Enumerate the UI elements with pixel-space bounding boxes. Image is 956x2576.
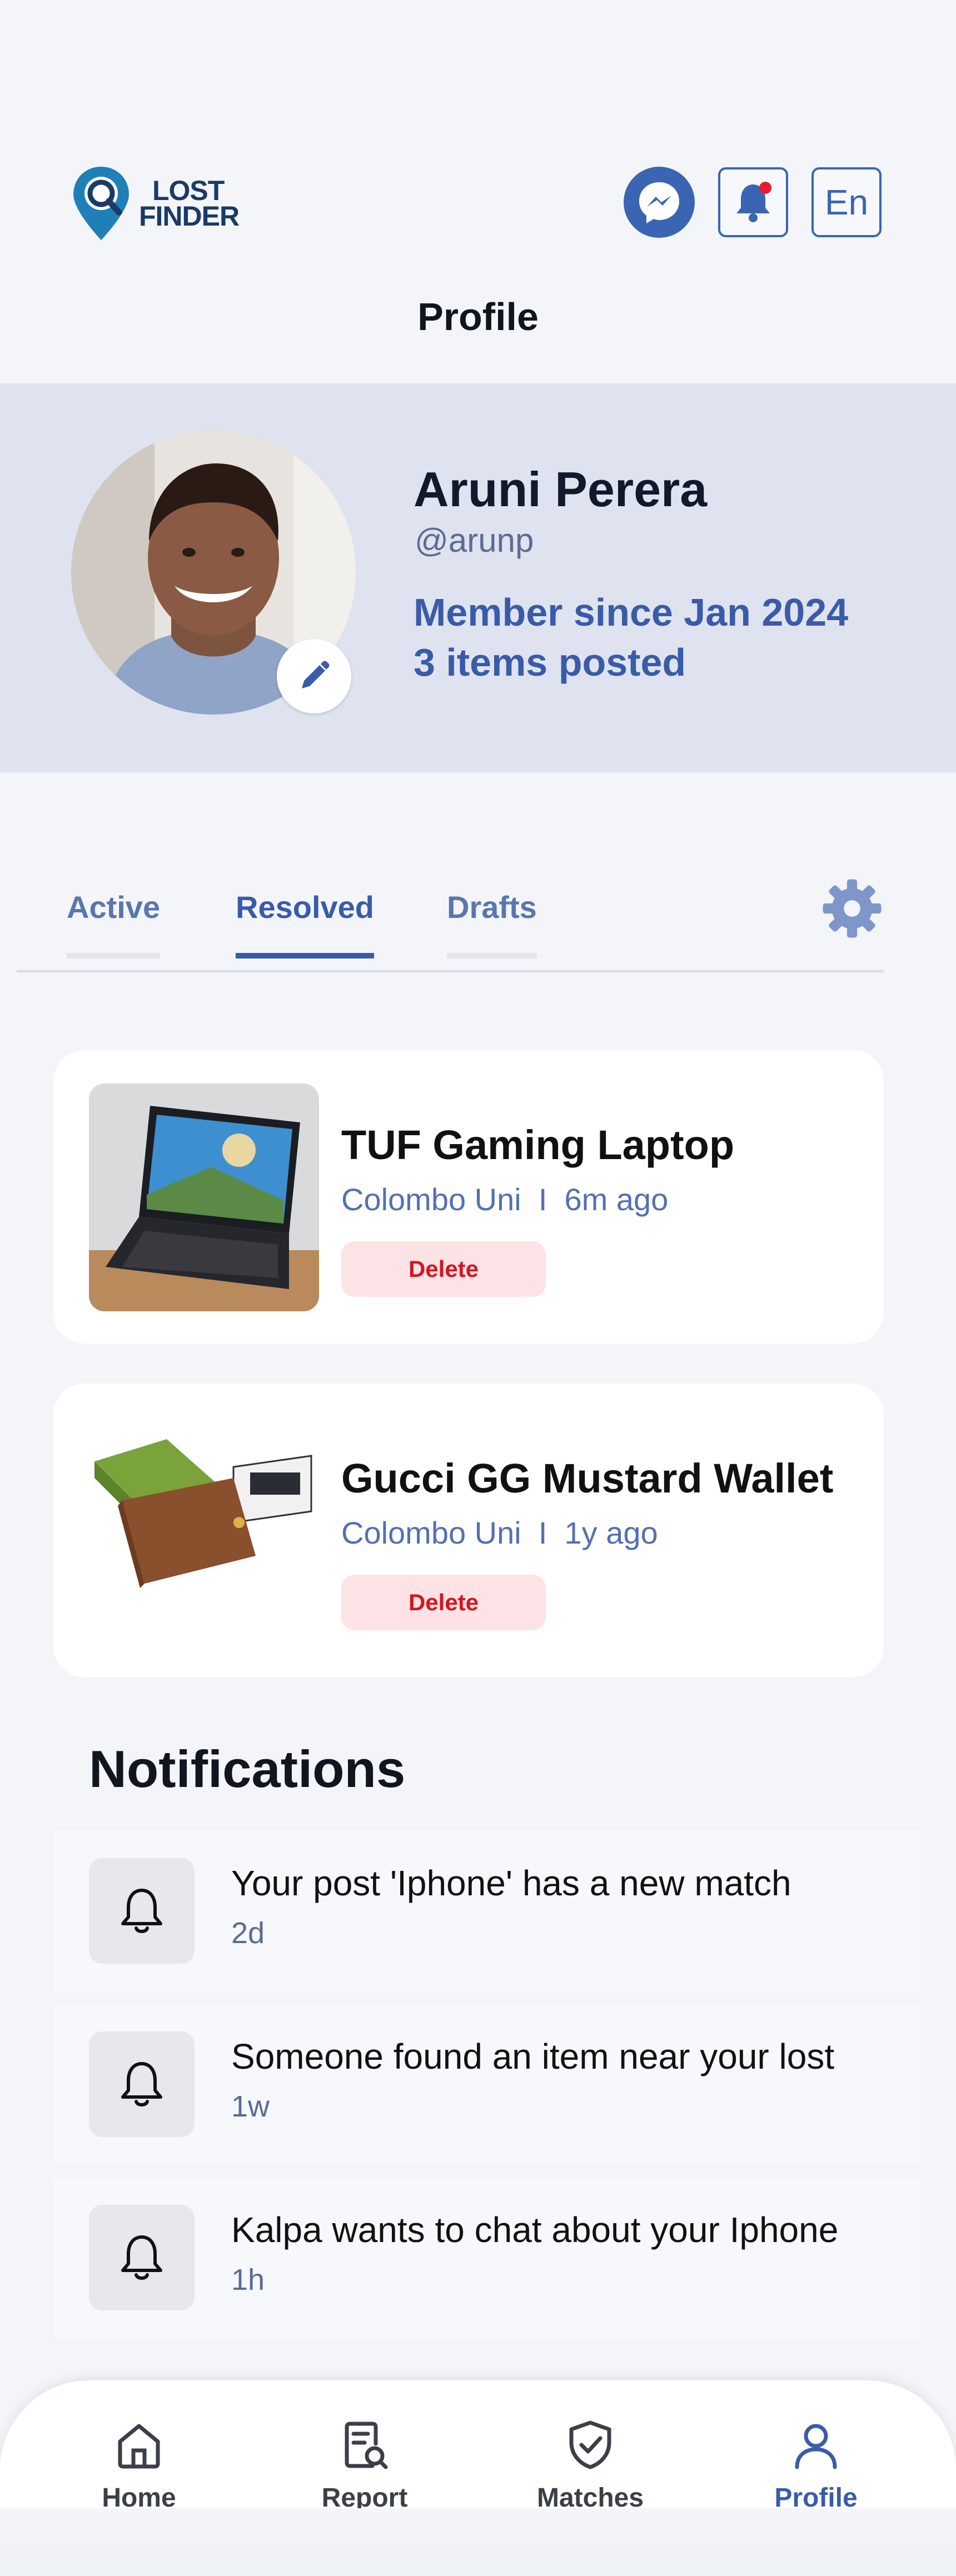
- pencil-icon: [302, 661, 330, 688]
- shield-check-icon: [569, 2420, 611, 2469]
- nav-home[interactable]: Home: [72, 2412, 206, 2513]
- tab-active[interactable]: Active: [67, 889, 161, 958]
- post-card[interactable]: Gucci GG Mustard Wallet Colombo Uni I 1y…: [53, 1384, 884, 1677]
- delete-button[interactable]: Delete: [341, 1241, 546, 1297]
- bell-icon: [89, 2031, 195, 2137]
- post-meta: Colombo Uni I 1y ago: [341, 1515, 658, 1550]
- laptop-image: [89, 1084, 319, 1311]
- profile-header: Aruni Perera @arunp Member since Jan 202…: [0, 383, 956, 772]
- notification-dot: [759, 182, 771, 194]
- post-tabs: Active Resolved Drafts: [17, 879, 884, 972]
- report-icon: [345, 2422, 388, 2469]
- profile-name: Aruni Perera: [414, 462, 708, 517]
- edit-avatar-button[interactable]: [277, 639, 351, 713]
- messenger-icon: [639, 182, 679, 223]
- notification-time: 1h: [231, 2263, 265, 2297]
- profile-handle: @arunp: [415, 522, 534, 559]
- notification-text: Someone found an item near your lost: [231, 2036, 835, 2076]
- notification-item[interactable]: Kalpa wants to chat about your Iphone 1h: [53, 2178, 920, 2338]
- notifications-heading: Notifications: [89, 1740, 406, 1798]
- page-title: Profile: [417, 295, 539, 338]
- post-meta: Colombo Uni I 6m ago: [341, 1182, 669, 1217]
- tab-drafts[interactable]: Drafts: [447, 889, 537, 958]
- bell-icon: [89, 2205, 195, 2310]
- nav-profile[interactable]: Profile: [749, 2412, 883, 2513]
- gear-icon[interactable]: [820, 877, 884, 940]
- nav-matches[interactable]: Matches: [524, 2412, 657, 2513]
- notification-text: Kalpa wants to chat about your Iphone: [231, 2210, 839, 2250]
- location-search-icon: [73, 167, 129, 240]
- wallet-image: [89, 1417, 319, 1645]
- notification-time: 1w: [231, 2090, 270, 2123]
- notification-item[interactable]: Someone found an item near your lost 1w: [53, 2005, 920, 2165]
- bell-icon: [89, 1858, 195, 1964]
- notification-time: 2d: [231, 1916, 265, 1950]
- member-since: Member since Jan 2024: [414, 591, 849, 634]
- app-logo: LOST FINDER: [71, 164, 240, 242]
- bottom-navigation: Home Report Matches Profile: [0, 2380, 956, 2576]
- notifications-button[interactable]: [718, 167, 788, 237]
- tab-resolved[interactable]: Resolved: [236, 889, 374, 958]
- items-posted: 3 items posted: [414, 641, 686, 684]
- messenger-button[interactable]: [624, 167, 695, 238]
- home-indicator-area: [0, 2508, 956, 2576]
- home-icon: [118, 2424, 160, 2469]
- user-icon: [795, 2424, 837, 2469]
- post-title: TUF Gaming Laptop: [341, 1122, 735, 1168]
- post-card[interactable]: TUF Gaming Laptop Colombo Uni I 6m ago D…: [53, 1050, 884, 1344]
- post-title: Gucci GG Mustard Wallet: [341, 1455, 834, 1501]
- logo-wordmark: LOST FINDER: [139, 175, 240, 232]
- delete-button[interactable]: Delete: [341, 1575, 546, 1630]
- nav-report[interactable]: Report: [298, 2412, 431, 2513]
- notification-item[interactable]: Your post 'Iphone' has a new match 2d: [53, 1831, 920, 1991]
- notification-text: Your post 'Iphone' has a new match: [231, 1863, 791, 1903]
- language-button[interactable]: En: [811, 167, 882, 237]
